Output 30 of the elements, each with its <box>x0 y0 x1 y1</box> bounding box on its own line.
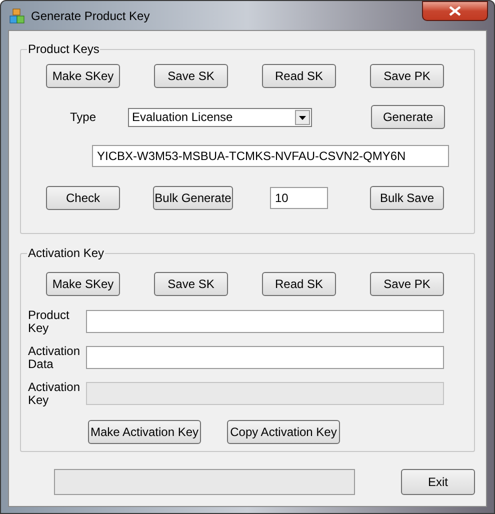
button[interactable]: Generate <box>371 105 445 129</box>
group-title: Activation Key <box>27 245 106 262</box>
field-label: Activation Key <box>28 381 82 407</box>
product-key-field[interactable]: YICBX-W3M53-MSBUA-TCMKS-NVFAU-CSVN2-QMY6N <box>92 145 449 167</box>
close-icon <box>449 6 461 16</box>
button[interactable]: Make Activation Key <box>88 420 201 444</box>
app-icon <box>9 8 25 24</box>
button[interactable]: Make SKey <box>46 272 120 296</box>
input-field[interactable] <box>86 310 444 333</box>
button[interactable]: Bulk Save <box>370 186 444 210</box>
close-button[interactable] <box>422 1 488 21</box>
window-title: Generate Product Key <box>31 8 150 24</box>
type-dropdown[interactable]: Evaluation License <box>128 108 312 126</box>
button[interactable]: Copy Activation Key <box>227 420 340 444</box>
button[interactable]: Check <box>46 186 120 210</box>
bulk-count-field[interactable]: 10 <box>270 187 328 209</box>
button[interactable]: Save PK <box>370 64 444 88</box>
field-label: Activation Data <box>28 345 82 371</box>
button[interactable]: Bulk Generate <box>153 186 233 210</box>
button[interactable]: Read SK <box>262 64 336 88</box>
group-title: Product Keys <box>27 41 100 58</box>
button[interactable]: Save PK <box>370 272 444 296</box>
field-label: Product Key <box>28 309 70 335</box>
type-label: Type <box>70 109 98 126</box>
button[interactable]: Read SK <box>262 272 336 296</box>
button[interactable]: Make SKey <box>46 64 120 88</box>
button[interactable]: Save SK <box>154 272 228 296</box>
button[interactable]: Save SK <box>154 64 228 88</box>
button[interactable]: Exit <box>401 469 475 495</box>
input-field[interactable] <box>86 346 444 369</box>
